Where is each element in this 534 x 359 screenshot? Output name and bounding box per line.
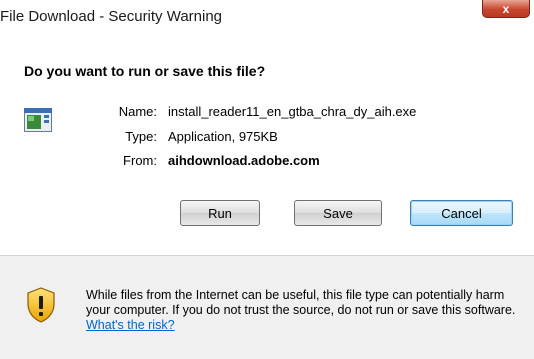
dialog-heading: Do you want to run or save this file?	[24, 63, 266, 79]
close-icon: x	[502, 1, 510, 16]
save-button[interactable]: Save	[294, 200, 382, 226]
close-button[interactable]: x	[482, 0, 530, 18]
run-button[interactable]: Run	[180, 200, 260, 226]
warning-message: While files from the Internet can be use…	[86, 288, 516, 333]
window-title: File Download - Security Warning	[0, 8, 223, 25]
warning-text: While files from the Internet can be use…	[86, 288, 516, 317]
file-name-value: install_reader11_en_gtba_chra_dy_aih.exe	[168, 104, 417, 119]
application-file-icon	[24, 108, 52, 132]
from-label: From:	[123, 153, 157, 168]
whats-the-risk-link[interactable]: What's the risk?	[86, 318, 175, 332]
shield-warning-icon	[27, 287, 55, 323]
dialog-body: Do you want to run or save this file? Na…	[0, 40, 534, 359]
file-type-value: Application, 975KB	[168, 129, 278, 144]
type-label: Type:	[125, 129, 157, 144]
cancel-button[interactable]: Cancel	[410, 200, 513, 226]
name-label: Name:	[118, 104, 157, 119]
security-warning-dialog: File Download - Security Warning x Do yo…	[0, 0, 534, 359]
file-source-value: aihdownload.adobe.com	[168, 153, 320, 168]
title-bar[interactable]: File Download - Security Warning x	[0, 0, 534, 40]
warning-panel: While files from the Internet can be use…	[0, 256, 534, 359]
